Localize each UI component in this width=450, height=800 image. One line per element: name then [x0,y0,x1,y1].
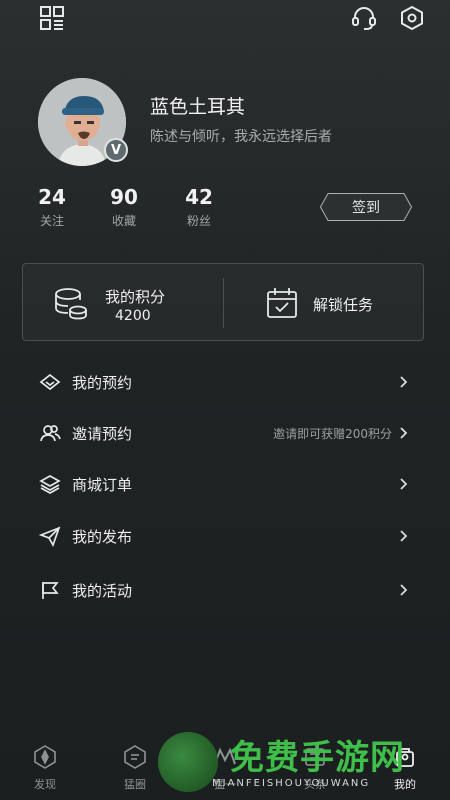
news-icon [302,744,328,770]
menu-item-posts[interactable]: 我的发布 [38,518,410,554]
tab-profile[interactable]: 我的 [375,744,435,800]
menu-item-orders[interactable]: 商城订单 [38,466,410,502]
chat-icon [122,744,148,770]
user-stats: 24 关注 90 收藏 42 粉丝 签到 [30,186,430,230]
tab-label: 头条 [304,778,326,791]
top-bar [0,0,450,40]
stat-value: 90 [110,185,138,209]
tab-center[interactable]: 猛一 [195,744,255,800]
points-label: 我的积分 [105,288,166,306]
qr-code-icon[interactable] [38,4,66,32]
tasks-label: 解锁任务 [313,296,374,314]
tab-circle[interactable]: 猛圈 [105,744,165,800]
m-icon [212,744,238,770]
menu-label: 我的发布 [72,527,133,546]
points-value: 4200 [115,308,151,324]
stat-label: 粉丝 [186,214,211,228]
unlock-tasks[interactable]: 解锁任务 [265,282,415,326]
chevron-right-icon [396,375,410,389]
points-card: 我的积分 4200 解锁任务 [22,263,424,341]
stat-value: 42 [185,185,213,209]
tab-news[interactable]: 头条 [285,744,345,800]
menu-label: 我的预约 [72,373,133,392]
send-icon [38,524,62,548]
headset-icon[interactable] [350,4,378,32]
layers-icon [38,472,62,496]
tab-label: 猛圈 [124,778,146,791]
menu-hint: 邀请即可获赠200积分 [273,426,392,441]
profile-header: V 蓝色土耳其 陈述与倾听，我永远选择后者 [38,78,418,178]
profile-icon [392,744,418,770]
menu-item-activities[interactable]: 我的活动 [38,572,410,608]
gear-icon[interactable] [398,4,426,32]
stat-label: 关注 [39,214,64,228]
tab-label: 猛一 [214,778,236,791]
stat-followers[interactable]: 42 粉丝 [169,186,229,229]
stat-label: 收藏 [111,214,136,228]
tab-label: 我的 [394,778,416,791]
diamond-icon [38,370,62,394]
menu-label: 商城订单 [72,475,133,494]
chevron-right-icon [396,583,410,597]
menu-item-invite[interactable]: 邀请预约 邀请即可获赠200积分 [38,415,410,451]
chevron-right-icon [396,529,410,543]
stat-value: 24 [38,185,66,209]
users-icon [38,421,62,445]
coins-icon [55,288,87,320]
stat-favorites[interactable]: 90 收藏 [94,186,154,229]
username: 蓝色土耳其 [150,96,246,118]
menu-label: 我的活动 [72,581,133,600]
compass-icon [32,744,58,770]
verified-badge: V [104,138,128,162]
menu-item-reservations[interactable]: 我的预约 [38,364,410,400]
bottom-tab-bar: 发现 猛圈 猛一 头条 我的 [0,740,450,800]
chevron-right-icon [396,477,410,491]
my-points[interactable]: 我的积分 4200 [53,282,213,326]
card-divider [223,278,224,328]
flag-icon [38,578,62,602]
chevron-right-icon [396,426,410,440]
stat-following[interactable]: 24 关注 [22,186,82,229]
user-bio: 陈述与倾听，我永远选择后者 [150,129,332,145]
checkin-button-outline [320,193,412,221]
tab-label: 发现 [34,778,56,791]
calendar-check-icon [267,288,297,318]
menu-label: 邀请预约 [72,424,133,443]
tab-discover[interactable]: 发现 [15,744,75,800]
